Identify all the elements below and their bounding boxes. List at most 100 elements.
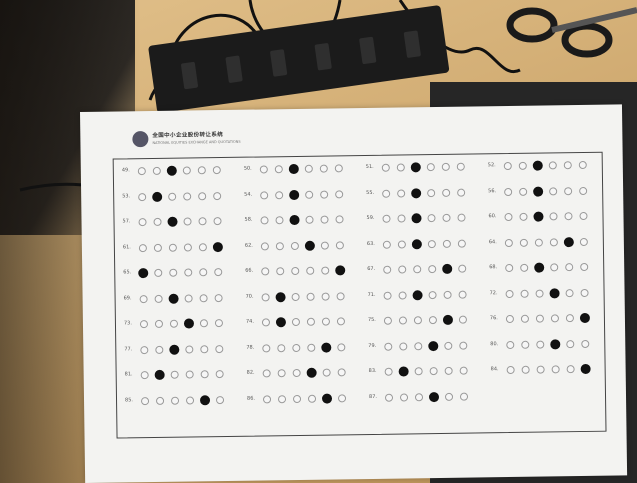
question-number: 57. (122, 218, 131, 225)
question-number: 85. (124, 396, 134, 403)
question-number: 75. (367, 316, 376, 323)
answer-bubble (565, 263, 574, 272)
answer-bubble (414, 392, 424, 401)
answer-bubble (397, 214, 406, 223)
answer-bubble (550, 263, 559, 272)
filled-answer-bubble (550, 338, 561, 349)
filled-answer-bubble (212, 241, 223, 252)
filled-answer-bubble (167, 216, 178, 227)
answer-bubble (262, 394, 272, 403)
answer-bubble (213, 217, 222, 226)
filled-answer-bubble (428, 391, 440, 402)
photo-scene: 全国中小企业股份转让系统 NATIONAL EQUITIES EXCHANGE … (0, 0, 637, 483)
answer-bubble (199, 268, 208, 277)
question-number: 80. (490, 340, 499, 347)
question-number: 78. (246, 344, 255, 351)
answer-bubble (579, 186, 588, 195)
filled-answer-bubble (154, 369, 165, 380)
answer-bubble (215, 370, 224, 379)
filled-answer-bubble (289, 214, 300, 226)
answer-bubble (551, 365, 560, 374)
answer-bubble (337, 393, 347, 402)
answer-bubble (564, 186, 573, 195)
answer-bubble (441, 162, 450, 171)
answer-bubble (336, 317, 346, 326)
answer-bubble (565, 314, 574, 323)
answer-bubble (397, 239, 406, 249)
answer-bubble (292, 343, 301, 352)
answer-bubble (320, 241, 329, 250)
answer-bubble (581, 339, 590, 348)
answer-bubble (520, 289, 529, 298)
answer-bubble (428, 265, 437, 274)
filled-answer-bubble (412, 289, 423, 300)
answer-bubble (304, 164, 313, 173)
answer-bubble (426, 163, 435, 172)
answer-bubble (442, 239, 451, 248)
answer-grid: 49. 50. 51. 52. 53. 54. 55. 56. 57. 58. 59. 60. 61. 6… (112, 151, 607, 439)
answer-bubble (536, 340, 545, 349)
answer-bubble (277, 343, 286, 352)
answer-bubble (458, 290, 467, 299)
answer-bubble (320, 215, 329, 224)
answer-bubble (382, 214, 391, 223)
answer-bubble (291, 266, 300, 276)
answer-bubble (183, 191, 192, 201)
answer-bubble (139, 294, 148, 303)
filled-answer-bubble (288, 163, 299, 175)
answer-bubble (170, 396, 180, 405)
question-number: 64. (488, 238, 497, 245)
filled-answer-bubble (428, 340, 439, 351)
filled-answer-bubble (533, 186, 544, 197)
answer-bubble (579, 237, 588, 246)
answer-bubble (169, 268, 178, 277)
answer-bubble (213, 191, 222, 200)
answer-bubble (168, 243, 177, 252)
answer-bubble (580, 288, 589, 297)
answer-bubble (138, 192, 147, 201)
answer-bubble (153, 243, 162, 252)
question-number: 73. (123, 320, 132, 327)
question-number: 68. (489, 264, 498, 271)
answer-bubble (458, 315, 467, 324)
question-number: 49. (121, 167, 130, 174)
filled-answer-bubble (304, 240, 315, 251)
answer-bubble (262, 343, 271, 352)
question-number: 52. (487, 162, 496, 169)
sheet-title: 全国中小企业股份转让系统 (152, 132, 224, 139)
answer-bubble (183, 242, 192, 252)
answer-bubble (521, 340, 530, 349)
question-number: 77. (124, 345, 133, 352)
answer-bubble (519, 238, 528, 247)
answer-bubble (398, 316, 407, 325)
answer-bubble (565, 288, 574, 297)
answer-bubble (275, 190, 284, 199)
answer-bubble (291, 292, 300, 301)
filled-answer-bubble (275, 291, 286, 302)
answer-bubble (384, 367, 393, 376)
answer-bubble (444, 392, 454, 401)
answer-bubble (383, 316, 392, 325)
question-number: 81. (124, 371, 133, 378)
answer-bubble (154, 294, 163, 303)
filled-answer-bubble (321, 393, 333, 404)
answer-bubble (182, 166, 191, 175)
answer-bubble (505, 314, 514, 324)
filled-answer-bubble (199, 394, 211, 405)
answer-bubble (578, 160, 587, 170)
filled-answer-bubble (411, 238, 422, 249)
answer-bubble (335, 189, 344, 198)
answer-bubble (335, 215, 344, 224)
answer-bubble (383, 291, 392, 300)
answer-bubble (274, 165, 283, 174)
question-number: 63. (366, 240, 375, 247)
answer-bubble (321, 317, 331, 326)
answer-bubble (261, 267, 270, 276)
answer-bubble (260, 216, 269, 225)
answer-bubble (398, 265, 407, 274)
answer-bubble (215, 344, 224, 353)
sheet-subtitle: NATIONAL EQUITIES EXCHANGE AND QUOTATION… (152, 139, 241, 145)
answer-bubble (320, 190, 329, 199)
answer-bubble (155, 396, 165, 405)
answer-bubble (564, 212, 573, 221)
